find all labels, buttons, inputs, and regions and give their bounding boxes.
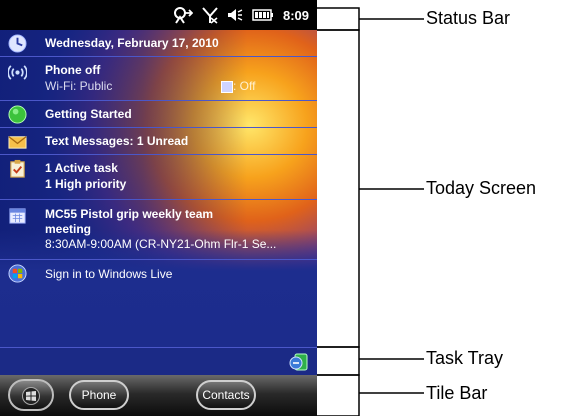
messages-item[interactable]: Text Messages: 1 Unread bbox=[0, 128, 317, 155]
active-task-label: 1 Active task bbox=[45, 161, 118, 175]
connectivity-icon[interactable] bbox=[173, 6, 193, 24]
start-button[interactable] bbox=[8, 379, 54, 411]
getting-started-icon bbox=[8, 105, 27, 124]
meeting-title-line1: MC55 Pistol grip weekly team bbox=[45, 207, 214, 221]
task-tray bbox=[0, 347, 317, 375]
bluetooth-icon bbox=[221, 81, 233, 93]
task-tray-bracket bbox=[317, 346, 360, 376]
getting-started-label: Getting Started bbox=[45, 107, 132, 121]
meeting-title-line2: meeting bbox=[45, 222, 92, 236]
device-screen: 8:09 Wednesday, February 17, 2010 Phone … bbox=[0, 0, 317, 416]
priority-label: 1 High priority bbox=[45, 177, 127, 191]
contacts-button[interactable]: Contacts bbox=[196, 380, 256, 410]
wifi-label: Wi-Fi: Public bbox=[45, 79, 113, 93]
clipboard-icon bbox=[10, 159, 25, 178]
clock-time[interactable]: 8:09 bbox=[283, 8, 309, 23]
windows-logo-icon bbox=[22, 387, 40, 405]
envelope-icon bbox=[8, 136, 27, 149]
status-bar-callout: Status Bar bbox=[426, 8, 511, 28]
wireless-icon bbox=[8, 65, 27, 80]
clock-icon bbox=[8, 34, 27, 53]
tile-bar-callout: Tile Bar bbox=[426, 383, 488, 403]
date-item[interactable]: Wednesday, February 17, 2010 bbox=[0, 30, 317, 57]
task-tray-callout: Task Tray bbox=[426, 348, 504, 368]
today-screen-bracket bbox=[317, 29, 360, 348]
calendar-item[interactable]: MC55 Pistol grip weekly team meeting 8:3… bbox=[0, 200, 317, 260]
getting-started-item[interactable]: Getting Started bbox=[0, 101, 317, 128]
tile-bar: Phone Contacts bbox=[0, 375, 317, 416]
tile-bar-bracket bbox=[317, 374, 360, 416]
phone-item[interactable]: Phone off Wi-Fi: Public : Off bbox=[0, 57, 317, 101]
phone-button[interactable]: Phone bbox=[69, 380, 129, 410]
tray-app-icon[interactable] bbox=[289, 352, 309, 372]
windows-live-item[interactable]: Sign in to Windows Live bbox=[0, 260, 317, 288]
meeting-details: 8:30AM-9:00AM (CR-NY21-Ohm Flr-1 Se... bbox=[45, 237, 277, 251]
signal-off-icon[interactable] bbox=[202, 6, 218, 24]
windows-live-label: Sign in to Windows Live bbox=[45, 267, 173, 281]
today-screen-callout: Today Screen bbox=[426, 178, 537, 198]
messages-label: Text Messages: 1 Unread bbox=[45, 134, 189, 148]
volume-icon[interactable] bbox=[227, 7, 243, 23]
today-screen: Wednesday, February 17, 2010 Phone off W… bbox=[0, 30, 317, 347]
tasks-item[interactable]: 1 Active task 1 High priority bbox=[0, 155, 317, 200]
phone-status-label: Phone off bbox=[45, 63, 101, 77]
battery-icon[interactable] bbox=[252, 9, 274, 21]
status-bar-bracket bbox=[317, 7, 360, 31]
windows-live-icon bbox=[8, 264, 27, 283]
date-label: Wednesday, February 17, 2010 bbox=[45, 36, 219, 50]
bluetooth-status: : Off bbox=[233, 79, 256, 93]
status-bar[interactable]: 8:09 bbox=[0, 0, 317, 30]
calendar-icon bbox=[9, 208, 26, 224]
